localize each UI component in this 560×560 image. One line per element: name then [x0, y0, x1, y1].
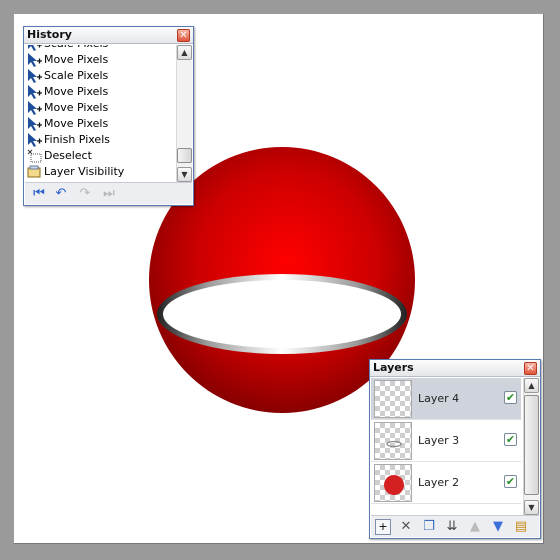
move-layer-down-icon[interactable]: ▼ [490, 519, 506, 535]
layer-visibility-checkbox[interactable]: ✔ [504, 475, 517, 488]
undo-icon[interactable]: ↶ [53, 186, 69, 202]
deselect-icon [27, 149, 42, 163]
history-titlebar[interactable]: History ✕ [24, 27, 193, 44]
layer-thumbnail [374, 380, 412, 418]
history-item[interactable]: Scale Pixels [25, 45, 176, 52]
scale-pixels-icon [27, 69, 42, 83]
finish-pixels-icon [27, 133, 42, 147]
history-item[interactable]: Deselect [25, 148, 176, 164]
layer-visibility-checkbox[interactable]: ✔ [504, 433, 517, 446]
layer-thumbnail-preview [386, 440, 402, 448]
layer-row-3[interactable]: Layer 3 ✔ [371, 420, 521, 462]
move-pixels-icon [27, 101, 42, 115]
move-pixels-icon [27, 117, 42, 131]
close-icon[interactable]: ✕ [177, 29, 190, 42]
scroll-thumb[interactable] [177, 148, 192, 163]
layer-row-2[interactable]: Layer 2 ✔ [371, 462, 521, 504]
history-scrollbar[interactable]: ▲ ▼ [176, 45, 192, 182]
layers-scrollbar[interactable]: ▲ ▼ [523, 378, 539, 515]
layer-thumbnail-preview [384, 475, 404, 495]
scroll-up-icon[interactable]: ▲ [524, 378, 539, 393]
layer-thumbnail [374, 422, 412, 460]
layer-thumbnail [374, 464, 412, 502]
close-icon[interactable]: ✕ [524, 362, 537, 375]
history-item-label: Layer Visibility [44, 165, 125, 178]
history-item-label: Scale Pixels [44, 45, 108, 50]
layer-name: Layer 4 [418, 392, 460, 405]
history-item[interactable]: Scale Pixels [25, 68, 176, 84]
history-title: History [27, 28, 72, 41]
history-panel: History ✕ Scale Pixels Move Pixels Scale P… [23, 26, 194, 206]
move-pixels-icon [27, 85, 42, 99]
history-item[interactable]: Move Pixels [25, 84, 176, 100]
scroll-down-icon[interactable]: ▼ [177, 167, 192, 182]
history-item-label: Finish Pixels [44, 133, 110, 146]
layers-panel: Layers ✕ Layer 4 ✔ Layer 3 ✔ Layer 2 ✔ ▲… [369, 359, 541, 539]
history-toolbar: ⏮ ↶ ↷ ⏭ [25, 182, 192, 204]
delete-layer-icon[interactable]: ✕ [398, 519, 414, 535]
layers-toolbar: + ✕ ❐ ⇊ ▲ ▼ ▤ [371, 515, 539, 537]
history-item-label: Scale Pixels [44, 69, 109, 82]
history-item[interactable]: Move Pixels [25, 52, 176, 68]
scale-pixels-icon [27, 45, 42, 51]
history-item-label: Move Pixels [44, 117, 109, 130]
merge-layer-down-icon[interactable]: ⇊ [444, 519, 460, 535]
layer-visibility-checkbox[interactable]: ✔ [504, 391, 517, 404]
layer-properties-icon [27, 165, 42, 179]
history-item[interactable]: Finish Pixels [25, 132, 176, 148]
layers-titlebar[interactable]: Layers ✕ [370, 360, 540, 377]
layers-title: Layers [373, 361, 414, 374]
history-item-label: Move Pixels [44, 101, 109, 114]
duplicate-layer-icon[interactable]: ❐ [421, 519, 437, 535]
history-item-label: Move Pixels [44, 85, 109, 98]
scroll-thumb[interactable] [524, 395, 539, 495]
history-item[interactable]: Move Pixels [25, 116, 176, 132]
layer-row-4[interactable]: Layer 4 ✔ [371, 378, 521, 420]
fast-forward-icon[interactable]: ⏭ [101, 186, 117, 202]
move-layer-up-icon[interactable]: ▲ [467, 519, 483, 535]
scroll-down-icon[interactable]: ▼ [524, 500, 539, 515]
layer-name: Layer 2 [418, 476, 460, 489]
history-item[interactable]: Move Pixels [25, 100, 176, 116]
history-item-label: Move Pixels [44, 53, 109, 66]
move-pixels-icon [27, 53, 42, 67]
redo-icon[interactable]: ↷ [77, 186, 93, 202]
scroll-up-icon[interactable]: ▲ [177, 45, 192, 60]
layer-properties-icon[interactable]: ▤ [513, 519, 529, 535]
history-item-label: Deselect [44, 149, 92, 162]
rewind-icon[interactable]: ⏮ [31, 186, 47, 202]
layer-name: Layer 3 [418, 434, 460, 447]
history-item[interactable]: Layer Visibility [25, 164, 176, 180]
add-layer-icon[interactable]: + [375, 519, 391, 535]
